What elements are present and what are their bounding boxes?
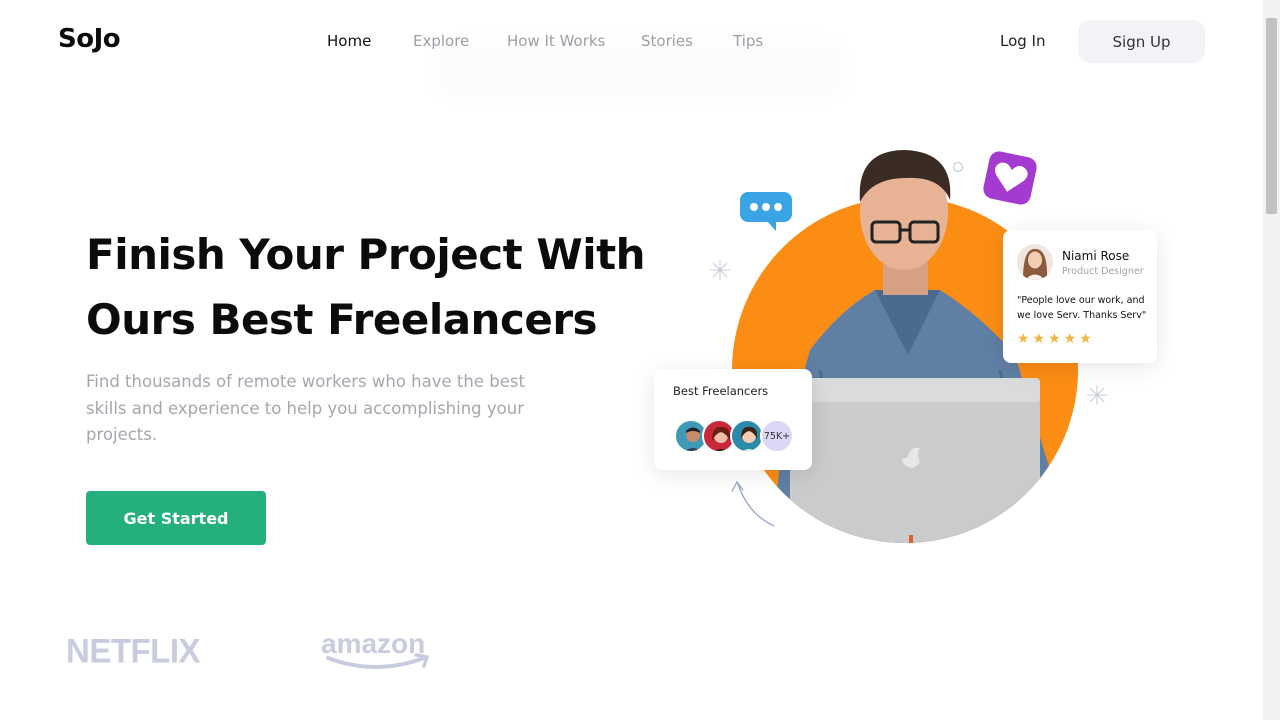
review-card: Niami Rose Product Designer "People love… [1003, 230, 1157, 363]
star-rating-icon: ★★★★★ [1017, 331, 1095, 347]
reviewer-name: Niami Rose [1062, 249, 1130, 263]
hero-title: Finish Your Project With Ours Best Freel… [86, 222, 646, 352]
netflix-logo: NETFLIX [66, 631, 201, 670]
amazon-smile-icon [326, 653, 429, 669]
signup-button[interactable]: Sign Up [1078, 20, 1205, 63]
review-quote: "People love our work, and we love Serv.… [1017, 295, 1147, 321]
nav-home[interactable]: Home [327, 32, 371, 50]
curved-arrow-icon [731, 480, 775, 527]
hero-illustration: Best Freelancers 75K+ Niami Rose Product… [640, 140, 1180, 570]
hero-title-line2: Ours Best Freelancers [86, 295, 598, 344]
nav-stories[interactable]: Stories [641, 32, 693, 50]
chat-bubble-icon [740, 192, 792, 231]
avatar [1017, 244, 1053, 280]
site-logo[interactable]: SoJo [58, 24, 121, 54]
reviewer-role: Product Designer [1062, 266, 1144, 277]
get-started-button[interactable]: Get Started [86, 491, 266, 545]
nav-shadow [438, 44, 840, 96]
nav-tips[interactable]: Tips [733, 32, 763, 50]
heart-tile-icon [983, 151, 1037, 205]
avatar [730, 419, 764, 453]
login-link[interactable]: Log In [1000, 32, 1046, 50]
best-freelancers-title: Best Freelancers [673, 384, 769, 398]
nav-explore[interactable]: Explore [413, 32, 469, 50]
ring-dot-icon [952, 161, 964, 173]
scrollbar[interactable] [1263, 0, 1280, 720]
nav-how-it-works[interactable]: How It Works [507, 32, 605, 50]
freelancer-count-badge: 75K+ [760, 419, 794, 453]
hero-title-line1: Finish Your Project With [86, 230, 646, 279]
hero-subtitle: Find thousands of remote workers who hav… [86, 372, 525, 444]
scrollbar-thumb[interactable] [1266, 18, 1277, 214]
best-freelancers-card: Best Freelancers 75K+ [654, 369, 812, 470]
